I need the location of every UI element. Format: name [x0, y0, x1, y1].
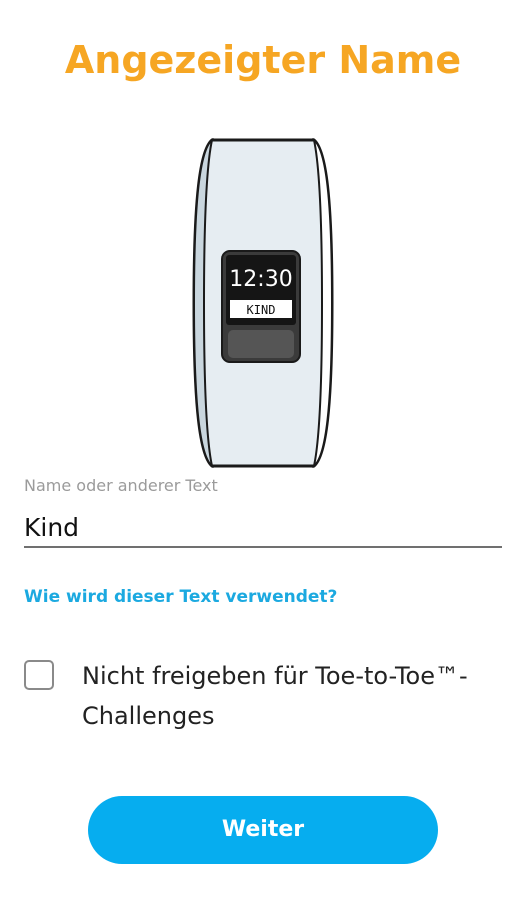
page-title: Angezeigter Name	[64, 38, 462, 82]
device-name-label: KIND	[247, 303, 276, 317]
name-field[interactable]	[24, 508, 502, 548]
share-option-checkbox[interactable]	[24, 660, 54, 690]
tracker-device-illustration: 12:30 KIND	[192, 138, 334, 468]
help-link[interactable]: Wie wird dieser Text verwendet?	[24, 587, 337, 607]
device-time: 12:30	[229, 267, 292, 292]
share-option-label: Nicht freigeben für Toe-to-Toe™-Challeng…	[82, 662, 468, 730]
name-field-label: Name oder anderer Text	[24, 476, 218, 495]
continue-button[interactable]: Weiter	[88, 796, 438, 864]
